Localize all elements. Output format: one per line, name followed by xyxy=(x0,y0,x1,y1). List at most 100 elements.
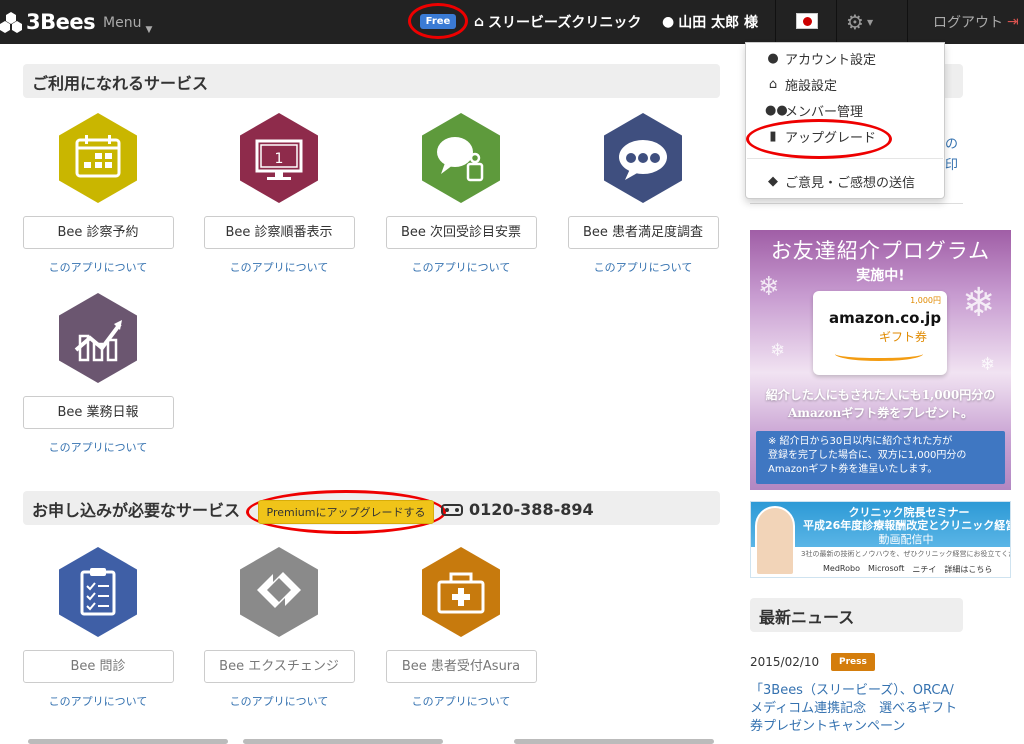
sponsor-logo: Microsoft xyxy=(867,564,905,573)
medkit-icon[interactable] xyxy=(415,546,507,638)
seminar-banner[interactable]: クリニック院長セミナー 平成26年度診療報酬改定とクリニック経営 動画配信中 3… xyxy=(750,501,1011,578)
app-button[interactable]: Bee 問診 xyxy=(22,650,174,683)
about-app-link[interactable]: このアプリについて xyxy=(567,259,719,275)
plan-badge-highlight: Free xyxy=(408,3,468,39)
news-heading: 最新ニュース xyxy=(750,598,963,632)
calendar-icon[interactable] xyxy=(52,112,144,204)
app-card-satisfaction: Bee 患者満足度調査 このアプリについて xyxy=(567,112,719,275)
press-badge: Press xyxy=(831,653,875,671)
settings-dropdown-toggle[interactable]: ⚙ ▼ xyxy=(846,10,873,34)
comment-icon: ◆ xyxy=(768,174,778,189)
about-app-link[interactable]: このアプリについて xyxy=(203,693,355,709)
about-app-link[interactable]: このアプリについて xyxy=(385,259,537,275)
chart-icon[interactable] xyxy=(52,292,144,384)
note-line: 登録を完了した場合に、双方に1,000円分の xyxy=(768,450,967,461)
dropdown-item-members[interactable]: ●● メンバー管理 xyxy=(765,101,863,120)
upgrade-premium-button[interactable]: Premiumにアップグレードする xyxy=(257,500,435,524)
plan-badge[interactable]: Free xyxy=(419,13,457,29)
about-app-link[interactable]: このアプリについて xyxy=(385,693,537,709)
dropdown-item-feedback[interactable]: ◆ ご意見・ご感想の送信 xyxy=(765,172,915,191)
sign-out-icon: ⇥ xyxy=(1007,14,1019,30)
app-button[interactable]: Bee エクスチェンジ xyxy=(203,650,355,683)
user-name: 山田 太郎 様 xyxy=(678,15,758,31)
about-app-link[interactable]: このアプリについて xyxy=(22,439,174,455)
app-button[interactable]: Bee 診察順番表示 xyxy=(203,216,355,249)
sidebar-divider xyxy=(750,203,963,204)
user-link[interactable]: ● 山田 太郎 様 xyxy=(662,12,758,32)
amazon-smile-icon xyxy=(835,347,923,361)
app-card-questionnaire: Bee 問診 このアプリについて xyxy=(22,546,174,709)
about-app-link[interactable]: このアプリについて xyxy=(203,259,355,275)
next-row-stub xyxy=(243,739,443,744)
menu-dropdown-toggle[interactable]: Menu ▼ xyxy=(103,15,152,35)
referral-title: お友達紹介プログラム xyxy=(770,239,991,263)
amazon-logo: amazon.co.jp xyxy=(829,309,942,327)
app-card-reservation: Bee 診察予約 このアプリについて xyxy=(22,112,174,275)
referral-text-line: Amazonギフト券をプレゼント。 xyxy=(787,406,974,420)
next-row-stub xyxy=(514,739,714,744)
news-link[interactable]: 「3Bees（スリービーズ）、ORCA/メディコム連携記念 選べるギフト券プレゼ… xyxy=(750,682,965,736)
news-date: 2015/02/10 xyxy=(750,655,820,669)
gift-label: ギフト券 xyxy=(879,330,928,344)
japan-flag-icon[interactable] xyxy=(796,13,818,29)
sponsor-logo: MedRobo xyxy=(823,564,860,573)
phone-text: 0120-388-894 xyxy=(469,500,594,519)
referral-banner[interactable]: ❄ ❄ ❄ ❄ お友達紹介プログラム 実施中! 1,000円 amazon.co… xyxy=(750,230,1011,490)
app-button[interactable]: Bee 患者受付Asura xyxy=(385,650,537,683)
brand-name: 3Bees xyxy=(26,10,96,34)
dropdown-item-facility[interactable]: ⌂ 施設設定 xyxy=(765,75,837,94)
seminar-line: 3社の最新の技術とノウハウを、ぜひクリニック経営にお役立てください。 xyxy=(801,550,1010,558)
gift-card: 1,000円 amazon.co.jp ギフト券 xyxy=(813,291,947,375)
brand-logo[interactable]: 3Bees xyxy=(0,8,96,36)
exchange-icon[interactable] xyxy=(233,546,325,638)
caret-down-icon: ▼ xyxy=(145,25,153,35)
home-icon: ⌂ xyxy=(768,77,778,92)
sidebar-link-fragment[interactable]: の xyxy=(945,133,958,152)
app-card-reception: Bee 患者受付Asura このアプリについて xyxy=(385,546,537,709)
app-button[interactable]: Bee 診察予約 xyxy=(22,216,174,249)
nav-divider xyxy=(907,0,908,44)
snowflake-icon: ❄ xyxy=(962,280,996,326)
seminar-line: 動画配信中 xyxy=(878,533,934,546)
dropdown-item-label: ご意見・ご感想の送信 xyxy=(785,176,916,191)
gift-price: 1,000円 xyxy=(910,296,941,305)
details-link[interactable]: 詳細はこちら xyxy=(944,564,992,575)
snowflake-icon: ❄ xyxy=(980,354,996,375)
speaker-photo xyxy=(755,506,795,576)
next-row-stub xyxy=(28,739,228,744)
logout-label: ログアウト xyxy=(933,15,1003,31)
monitor-icon[interactable]: 1 xyxy=(233,112,325,204)
snowflake-icon: ❄ xyxy=(770,340,786,361)
sponsor-logos: MedRobo Microsoft ニチイ 詳細はこちら xyxy=(823,564,992,575)
sidebar-link-fragment[interactable]: 印 xyxy=(945,154,958,173)
bees-logo-icon xyxy=(0,12,22,33)
user-icon: ● xyxy=(662,14,675,30)
referral-text: 紹介した人にもされた人にも1,000円分の Amazonギフト券をプレゼント。 xyxy=(750,386,1011,422)
logout-link[interactable]: ログアウト ⇥ xyxy=(933,12,1019,32)
referral-subtitle: 実施中! xyxy=(856,268,905,284)
dropdown-item-account[interactable]: ● アカウント設定 xyxy=(765,49,876,68)
about-app-link[interactable]: このアプリについて xyxy=(22,259,174,275)
clinic-link[interactable]: ⌂ スリービーズクリニック xyxy=(474,12,641,32)
about-app-link[interactable]: このアプリについて xyxy=(22,693,174,709)
clinic-name: スリービーズクリニック xyxy=(488,15,642,31)
nav-divider xyxy=(836,0,837,44)
app-button[interactable]: Bee 患者満足度調査 xyxy=(567,216,719,249)
dropdown-item-label: メンバー管理 xyxy=(785,105,864,120)
svg-text:1: 1 xyxy=(275,151,284,167)
app-card-queue-display: 1 Bee 診察順番表示 このアプリについて xyxy=(203,112,355,275)
faces-bubble-icon[interactable] xyxy=(597,112,689,204)
referral-note: ※ 紹介日から30日以内に紹介された方が 登録を完了した場合に、双方に1,000… xyxy=(756,431,1005,484)
clipboard-icon[interactable] xyxy=(52,546,144,638)
gear-icon: ⚙ xyxy=(846,10,864,34)
speech-person-icon[interactable] xyxy=(415,112,507,204)
caret-down-icon: ▼ xyxy=(866,17,874,27)
note-line: ※ 紹介日から30日以内に紹介された方が xyxy=(768,436,953,447)
dropdown-item-label: アカウント設定 xyxy=(785,53,877,68)
app-button[interactable]: Bee 業務日報 xyxy=(22,396,174,429)
note-line: Amazonギフト券を進呈いたします。 xyxy=(768,464,938,475)
referral-text-line: 紹介した人にもされた人にも1,000円分の xyxy=(765,388,996,402)
app-button[interactable]: Bee 次回受診目安票 xyxy=(385,216,537,249)
menu-label: Menu xyxy=(103,15,142,31)
home-icon: ⌂ xyxy=(474,14,485,30)
